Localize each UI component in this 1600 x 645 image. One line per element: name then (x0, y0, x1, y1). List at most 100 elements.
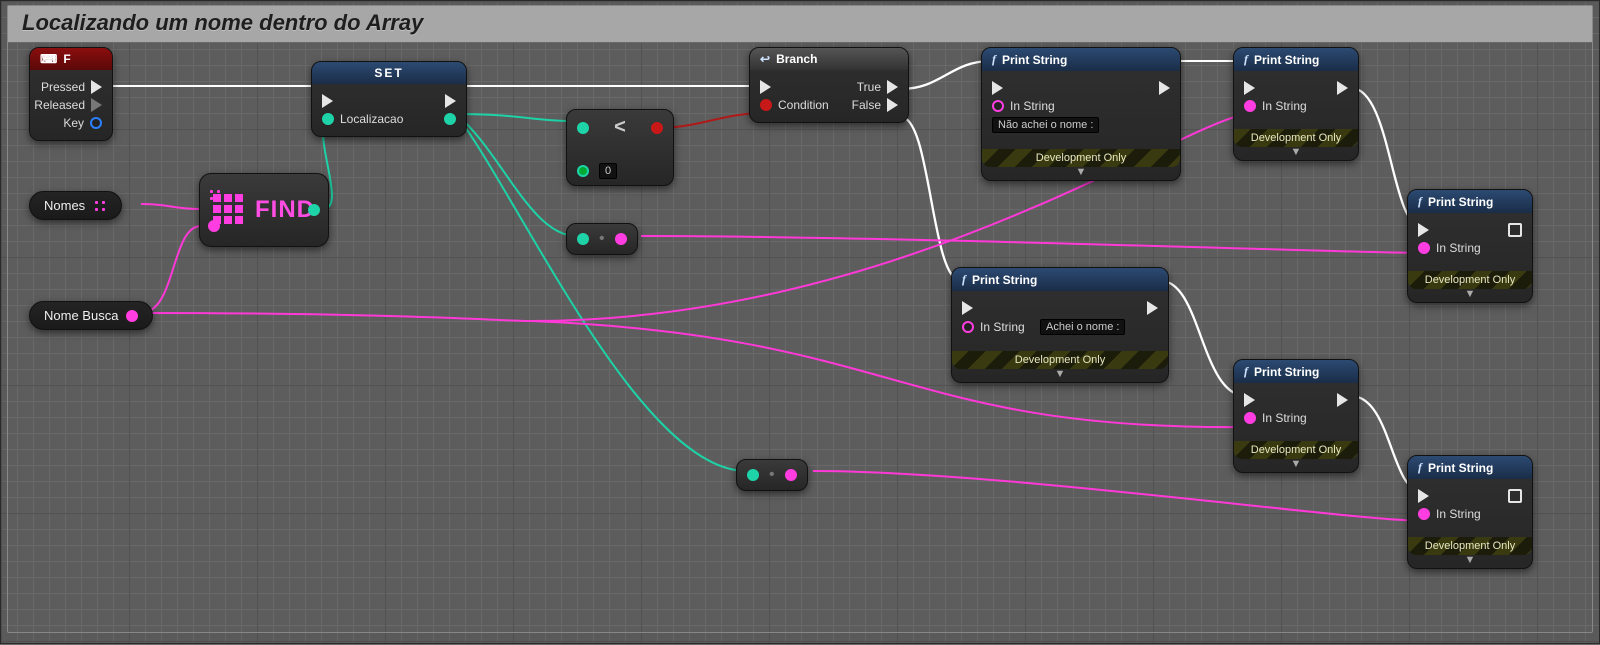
node-print-false-2[interactable]: fPrint String In String Development Only… (1233, 359, 1359, 473)
pf3-title: Print String (1428, 461, 1493, 475)
pt1-instring-value[interactable]: Não achei o nome : (992, 117, 1099, 133)
pf2-exec-in[interactable] (1244, 393, 1255, 407)
node-append-2[interactable]: • (736, 459, 808, 491)
less-b-value[interactable]: 0 (599, 163, 617, 179)
branch-cond-label: Condition (778, 98, 829, 112)
append2-in-int[interactable] (747, 469, 759, 481)
pt3-exec-out[interactable] (1508, 223, 1522, 237)
pt3-title: Print String (1428, 195, 1493, 209)
pf3-header: f Print String (1408, 456, 1532, 479)
set-title: SET (374, 66, 403, 80)
pf3-instring-label: In String (1436, 507, 1481, 521)
array-pin-icon[interactable] (93, 199, 107, 213)
pf1-instring-pin[interactable] (962, 321, 974, 333)
pf2-devonly: Development Only (1234, 441, 1358, 459)
node-append-1[interactable]: • (566, 223, 638, 255)
expand-chevron-icon[interactable]: ▼ (1234, 459, 1358, 472)
pt2-instring-label: In String (1262, 99, 1307, 113)
append1-out-str[interactable] (615, 233, 627, 245)
node-print-false-3[interactable]: f Print String In String Development Only… (1407, 455, 1533, 569)
branch-true-label: True (857, 80, 881, 94)
node-set-localizacao[interactable]: SET Localizacao (311, 61, 467, 137)
var-get-nome-busca[interactable]: Nome Busca (29, 301, 153, 330)
node-print-true-3[interactable]: fPrint String In String Development Only… (1407, 189, 1533, 303)
branch-title: Branch (776, 52, 817, 66)
pf2-instring-pin[interactable] (1244, 412, 1256, 424)
print-true-title: Print String (1002, 53, 1067, 67)
comment-title[interactable]: Localizando um nome dentro do Array (8, 6, 1592, 43)
pf3-devonly: Development Only (1408, 537, 1532, 555)
expand-chevron-icon[interactable]: ▼ (1408, 555, 1532, 568)
find-array-in-icon[interactable] (208, 188, 222, 202)
find-label: FIND (255, 196, 315, 224)
event-header: ⌨ F (30, 48, 112, 70)
function-icon: f (1418, 194, 1422, 209)
pt2-exec-out[interactable] (1337, 81, 1348, 95)
branch-exec-true[interactable] (887, 80, 898, 94)
pf1-devonly: Development Only (952, 351, 1168, 369)
pt2-exec-in[interactable] (1244, 81, 1255, 95)
expand-chevron-icon[interactable]: ▼ (1408, 289, 1532, 302)
pf1-exec-in[interactable] (962, 301, 973, 315)
expand-chevron-icon[interactable]: ▼ (952, 369, 1168, 382)
pin-nomebusca-out[interactable] (126, 310, 138, 322)
keyboard-icon: ⌨ (40, 52, 57, 66)
pf3-instring-pin[interactable] (1418, 508, 1430, 520)
pf3-exec-out[interactable] (1508, 489, 1522, 503)
pin-key-out[interactable] (90, 117, 102, 129)
exec-in-set[interactable] (322, 94, 333, 108)
branch-cond-in[interactable] (760, 99, 772, 111)
find-item-in[interactable] (208, 220, 220, 232)
less-out[interactable] (651, 122, 663, 134)
node-print-true-2[interactable]: fPrint String In String Development Only… (1233, 47, 1359, 161)
event-key: F (63, 52, 70, 66)
pt3-instring-pin[interactable] (1418, 242, 1430, 254)
blueprint-graph-canvas[interactable]: Localizando um nome dentro do Array ⌨ F … (0, 0, 1600, 644)
expand-chevron-icon[interactable]: ▼ (982, 167, 1180, 180)
pt1-instring-pin[interactable] (992, 100, 1004, 112)
exec-out-pressed[interactable] (91, 80, 102, 94)
expand-chevron-icon[interactable]: ▼ (1234, 147, 1358, 160)
node-find[interactable]: FIND (199, 173, 329, 247)
pf1-exec-out[interactable] (1147, 301, 1158, 315)
var-get-nomes[interactable]: Nomes (29, 191, 122, 220)
pt2-instring-pin[interactable] (1244, 100, 1256, 112)
pt3-exec-in[interactable] (1418, 223, 1429, 237)
branch-header: Branch (750, 48, 908, 70)
pf2-title: Print String (1254, 365, 1319, 379)
find-index-out[interactable] (308, 204, 320, 216)
pt3-header: f Print String (1408, 190, 1532, 213)
pf3-exec-in[interactable] (1418, 489, 1429, 503)
less-b-in[interactable] (577, 165, 589, 177)
pf1-instring-value[interactable]: Achei o nome : (1040, 319, 1125, 335)
append1-in-int[interactable] (577, 233, 589, 245)
branch-exec-in[interactable] (760, 80, 771, 94)
node-branch[interactable]: Branch True Condition False (749, 47, 909, 123)
pf1-instring-label: In String (980, 320, 1025, 334)
pt3-devonly: Development Only (1408, 271, 1532, 289)
pt2-devonly: Development Only (1234, 129, 1358, 147)
node-print-true-1[interactable]: f Print String In String Não achei o nome… (981, 47, 1181, 181)
pin-label-key: Key (63, 116, 84, 130)
exec-out-released[interactable] (91, 98, 102, 112)
pt2-title: Print String (1254, 53, 1319, 67)
branch-false-label: False (852, 98, 881, 112)
exec-out-set[interactable] (445, 94, 456, 108)
function-icon: f (992, 52, 996, 67)
branch-exec-false[interactable] (887, 98, 898, 112)
append2-out-str[interactable] (785, 469, 797, 481)
pin-set-in-int[interactable] (322, 113, 334, 125)
node-input-event-f[interactable]: ⌨ F Pressed Released Key (29, 47, 113, 141)
function-icon: f (1244, 364, 1248, 379)
pt1-instring-label: In String (1010, 99, 1055, 113)
function-icon: f (1418, 460, 1422, 475)
pt1-exec-out[interactable] (1159, 81, 1170, 95)
pf2-exec-out[interactable] (1337, 393, 1348, 407)
function-icon: f (962, 272, 966, 287)
node-print-false-1[interactable]: fPrint String In String Achei o nome : D… (951, 267, 1169, 383)
node-less-than[interactable]: < 0 (566, 109, 674, 186)
pin-set-out-int[interactable] (444, 113, 456, 125)
pt1-exec-in[interactable] (992, 81, 1003, 95)
less-a-in[interactable] (577, 122, 589, 134)
pin-label-pressed: Pressed (41, 80, 85, 94)
